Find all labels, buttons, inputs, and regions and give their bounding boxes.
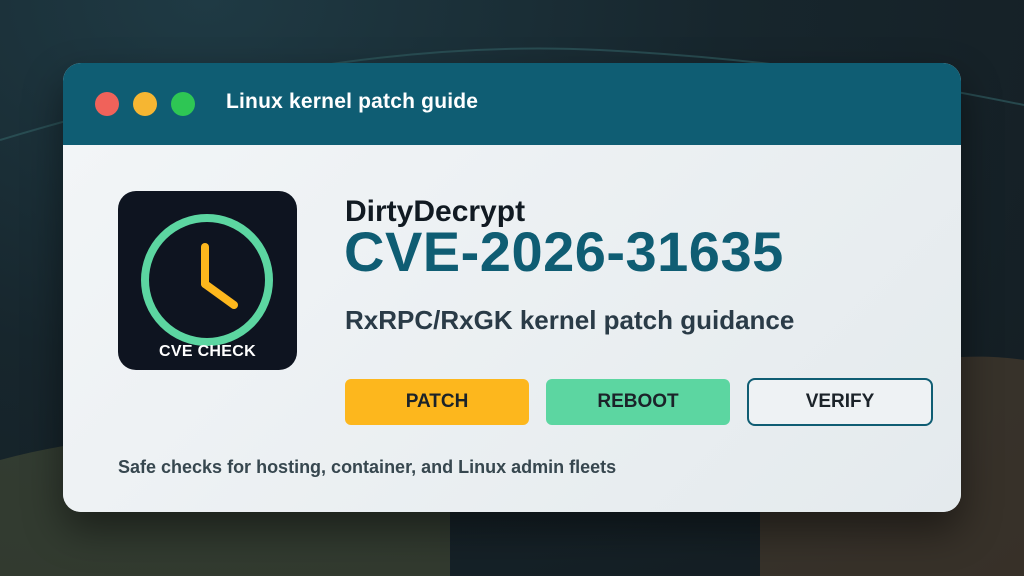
patch-button[interactable]: PATCH (345, 379, 529, 425)
icon-label: CVE CHECK (159, 343, 256, 360)
minimize-window-button[interactable] (133, 92, 157, 116)
window-title: Linux kernel patch guide (226, 90, 479, 113)
main-content: CVE CHECK DirtyDecrypt CVE-2026-31635 Rx… (63, 145, 961, 512)
title-bar: Linux kernel patch guide (63, 63, 961, 145)
cve-identifier: CVE-2026-31635 (344, 220, 784, 283)
app-icon-tile: CVE CHECK (118, 191, 297, 370)
reboot-button[interactable]: REBOOT (546, 379, 730, 425)
verify-button[interactable]: VERIFY (747, 378, 933, 426)
maximize-window-button[interactable] (171, 92, 195, 116)
app-window: Linux kernel patch guide CVE CHECK Dirty… (63, 63, 961, 512)
close-window-button[interactable] (95, 92, 119, 116)
page-subtitle: RxRPC/RxGK kernel patch guidance (345, 305, 795, 335)
footer-text: Safe checks for hosting, container, and … (118, 457, 617, 477)
